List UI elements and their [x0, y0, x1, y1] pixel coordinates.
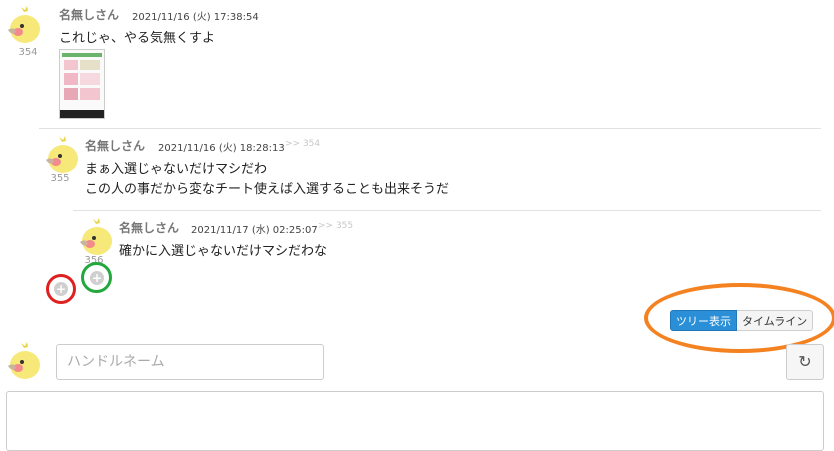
refresh-button[interactable]: ↻	[786, 344, 824, 380]
post-author: 名無しさん	[85, 139, 146, 153]
handle-name-input[interactable]	[56, 344, 324, 380]
post-date: 2021/11/17 (水) 02:25:07	[191, 225, 318, 236]
post-body-line: これじゃ、やる気無くすよ	[59, 31, 216, 46]
avatar	[76, 218, 116, 258]
post-date: 2021/11/16 (火) 18:28:13	[158, 143, 285, 154]
timeline-view-button[interactable]: タイムライン	[737, 310, 814, 331]
avatar	[42, 136, 82, 176]
res-number: 354	[18, 47, 38, 58]
expand-plus-icon[interactable]: +	[90, 271, 104, 285]
post-author: 名無しさん	[59, 8, 120, 22]
view-toggle-group: ツリー表示 タイムライン	[670, 310, 814, 331]
bird-avatar-icon	[8, 6, 40, 43]
post-body-line: まぁ入選じゃないだけマシだわ	[85, 162, 268, 177]
attached-image-thumbnail[interactable]	[59, 49, 105, 119]
reply-anchor-link[interactable]: >> 355	[318, 221, 353, 231]
bird-avatar-icon	[8, 342, 40, 379]
expand-plus-icon[interactable]: +	[54, 282, 68, 296]
bird-avatar-icon	[80, 218, 112, 255]
refresh-icon: ↻	[798, 352, 812, 371]
post-date: 2021/11/16 (火) 17:38:54	[132, 12, 259, 23]
reply-anchor-link[interactable]: >> 354	[285, 139, 320, 149]
avatar	[4, 6, 44, 46]
comment-textarea[interactable]	[6, 391, 824, 451]
post-divider	[73, 210, 821, 211]
post-body-line: この人の事だから変なチート使えば入選することも出来そうだ	[85, 182, 450, 197]
post-divider	[39, 128, 821, 129]
tree-view-button[interactable]: ツリー表示	[670, 310, 737, 331]
post-body-line: 確かに入選じゃないだけマシだわな	[119, 244, 328, 259]
composer-avatar	[4, 342, 44, 382]
res-number: 355	[50, 173, 70, 184]
post-author: 名無しさん	[119, 221, 180, 235]
bird-avatar-icon	[46, 136, 78, 173]
